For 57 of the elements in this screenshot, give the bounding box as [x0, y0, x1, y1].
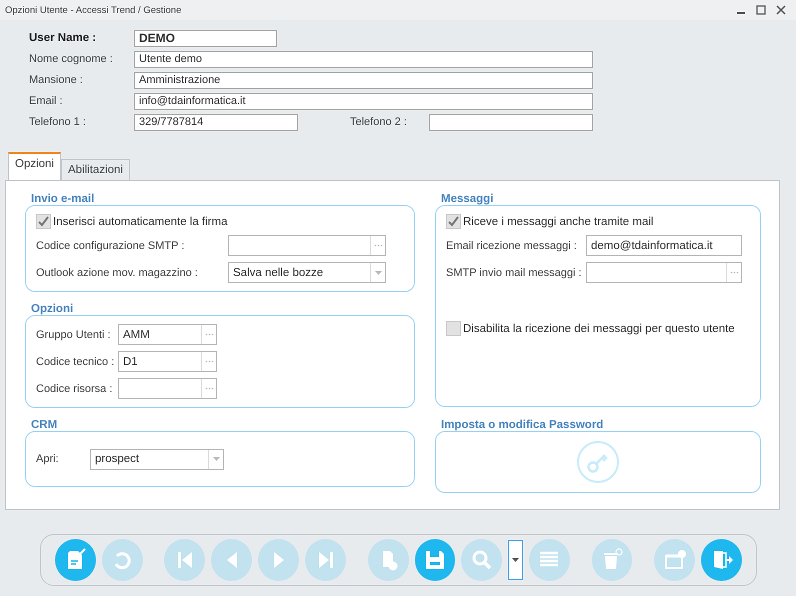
field-label: SMTP invio mail messaggi :: [446, 266, 583, 278]
save-button[interactable]: [414, 539, 456, 581]
field-label: Telefono 2 :: [350, 116, 408, 128]
phone-field[interactable]: 329/7787814: [134, 114, 298, 130]
text-field[interactable]: Amministrazione: [134, 72, 593, 88]
ellipsis-icon[interactable]: [730, 271, 738, 274]
tab[interactable]: Abilitazioni: [61, 159, 130, 180]
text-field[interactable]: info@tdainformatica.it: [134, 92, 593, 110]
checkbox[interactable]: [446, 214, 461, 229]
field-label: Gruppo Utenti :: [36, 328, 112, 340]
tab[interactable]: Opzioni: [8, 152, 61, 180]
checkbox-label: Riceve i messaggi anche tramite mail: [463, 216, 654, 228]
field-label: Codice tecnico :: [36, 356, 116, 368]
field-label: Outlook azione mov. magazzino :: [36, 266, 199, 278]
edit-button[interactable]: [55, 539, 96, 581]
text-field[interactable]: DEMO: [134, 30, 277, 46]
field-label: Codice configurazione SMTP :: [36, 240, 186, 252]
field-label: Apri:: [36, 453, 60, 465]
group-heading: CRM: [31, 419, 58, 431]
lookup-field[interactable]: [118, 378, 217, 399]
checkbox-label: Disabilita la ricezione dei messaggi per questo utente: [463, 322, 735, 334]
exit-button[interactable]: [701, 539, 742, 581]
lookup-field[interactable]: [228, 235, 386, 256]
key-icon[interactable]: [576, 440, 620, 484]
group-heading: Imposta o modifica Password: [441, 419, 604, 431]
caret-icon: [512, 558, 520, 562]
text-field[interactable]: Utente demo: [134, 50, 593, 68]
maximize-icon[interactable]: [754, 4, 768, 16]
lookup-field[interactable]: [586, 262, 742, 283]
phone-field[interactable]: [429, 114, 593, 130]
field-label: Email :: [29, 95, 64, 107]
lookup-field[interactable]: AMM: [118, 324, 217, 345]
field-label: Telefono 1 :: [29, 116, 87, 128]
field-label: Email ricezione messaggi :: [446, 240, 578, 252]
caret-icon[interactable]: [212, 457, 220, 461]
checkbox[interactable]: [446, 321, 461, 336]
caret-icon[interactable]: [374, 270, 382, 274]
ellipsis-icon[interactable]: [204, 360, 214, 363]
dropdown-field[interactable]: prospect: [90, 448, 224, 470]
group-heading: Invio e-mail: [31, 193, 94, 205]
field-label: Codice risorsa :: [36, 382, 114, 394]
field-label: Nome cognome :: [29, 53, 114, 65]
ellipsis-icon[interactable]: [204, 387, 214, 390]
field-label: Mansione :: [29, 74, 84, 86]
window-title: Opzioni Utente - Accessi Trend / Gestione: [5, 4, 182, 16]
dropdown-button[interactable]: [508, 540, 523, 580]
group-heading: Messaggi: [441, 193, 494, 205]
ellipsis-icon[interactable]: [204, 333, 214, 336]
checkbox-label: Inserisci automaticamente la firma: [53, 216, 228, 228]
ellipsis-icon[interactable]: [374, 244, 382, 247]
group-heading: Opzioni: [31, 303, 74, 315]
close-icon[interactable]: [774, 4, 788, 16]
field-label: User Name :: [29, 32, 98, 44]
dropdown-field[interactable]: Salva nelle bozze: [228, 262, 386, 283]
lookup-field[interactable]: D1: [118, 351, 217, 372]
text-field[interactable]: demo@tdainformatica.it: [586, 235, 742, 256]
checkbox[interactable]: [36, 214, 51, 229]
